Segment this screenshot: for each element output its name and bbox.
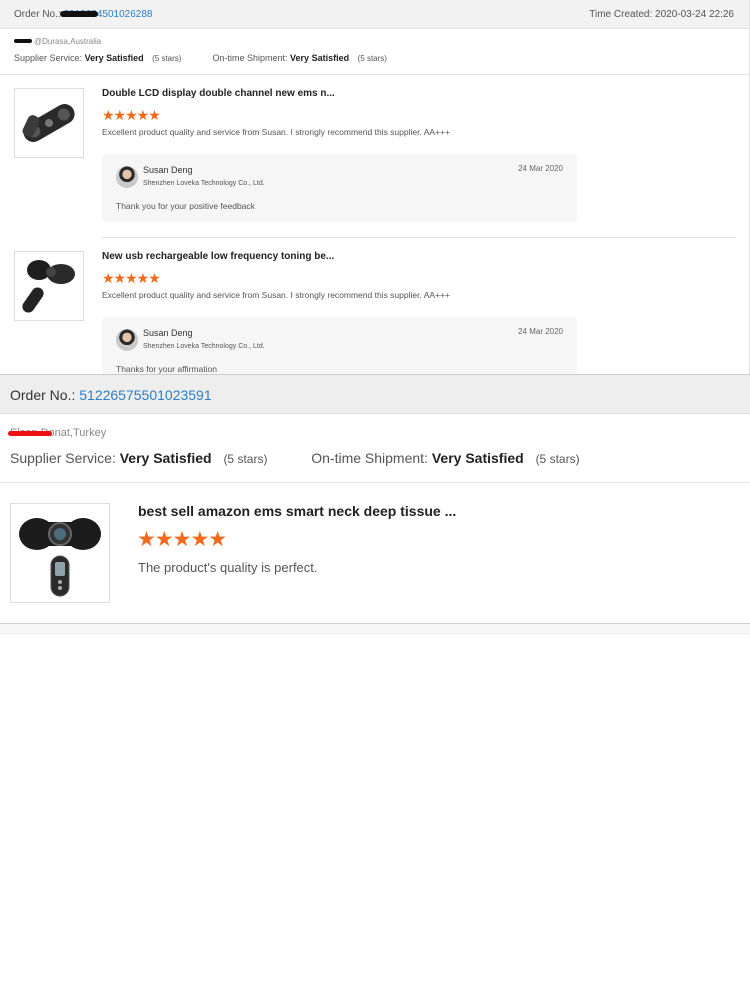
card-footer-strip [0,624,750,634]
reply-date: 24 Mar 2020 [518,327,563,336]
shipment-value: Very Satisfied [290,53,350,63]
reply-author: Susan Deng [143,328,193,338]
review-comment: Excellent product quality and service fr… [102,290,450,300]
supplier-service-stars: (5 stars) [223,452,268,466]
supplier-reply: Susan Deng Shenzhen Loveka Technology Co… [102,154,577,222]
avatar [116,329,138,351]
star-rating: ★★★★★ [137,528,227,551]
buyer-location: Elcan Donat,Turkey [8,427,106,439]
shipment-stars: (5 stars) [357,54,387,63]
shipment-stars: (5 stars) [535,452,580,466]
ems-device-icon [22,260,75,313]
supplier-reply: Susan Deng Shenzhen Loveka Technology Co… [102,317,577,374]
shipment-value: Very Satisfied [431,450,524,466]
star-rating: ★★★★★ [102,270,161,286]
order-number-row: Order No.: 2010684501026288 [14,9,152,20]
order-number-label: Order No.: [14,9,61,20]
product-title[interactable]: Double LCD display double channel new em… [102,88,335,99]
redaction-mark [14,39,32,43]
redaction-mark [8,431,52,436]
divider [102,237,736,238]
time-created-value: 2020-03-24 22:26 [655,9,734,20]
avatar [116,166,138,188]
review-comment: The product's quality is perfect. [138,560,318,575]
review-comment: Excellent product quality and service fr… [102,127,450,137]
order-number-row: Order No.: 51226575501023591 [10,387,212,403]
ems-device-icon [22,104,75,142]
supplier-service-value: Very Satisfied [119,450,212,466]
time-created-label: Time Created: [589,9,653,20]
supplier-service-label: Supplier Service: [10,450,116,466]
reply-text: Thank you for your positive feedback [116,201,255,211]
buyer-name: @Durasa,Australia [34,37,102,46]
order-ratings: Supplier Service: Very Satisfied (5 star… [14,53,387,63]
supplier-service-label: Supplier Service: [14,53,83,63]
buyer-location: @Durasa,Australia [14,37,101,46]
shipment-label: On-time Shipment: [212,53,288,63]
reply-company: Shenzhen Loveka Technology Co., Ltd. [143,343,265,350]
time-created: Time Created: 2020-03-24 22:26 [589,9,734,20]
product-title[interactable]: best sell amazon ems smart neck deep tis… [138,503,456,519]
supplier-service-stars: (5 stars) [152,54,182,63]
order-number-label: Order No.: [10,387,76,403]
redaction-mark [60,11,98,17]
divider [0,482,750,483]
neck-massager-icon [19,518,101,597]
product-title[interactable]: New usb rechargeable low frequency tonin… [102,251,334,262]
star-rating: ★★★★★ [102,107,161,123]
order-header: Order No.: 51226575501023591 [0,374,750,414]
supplier-service-value: Very Satisfied [84,53,144,63]
order-ratings: Supplier Service: Very Satisfied (5 star… [10,450,580,466]
divider [0,74,749,75]
product-thumbnail[interactable] [10,503,110,603]
order-header: Order No.: 2010684501026288 Time Created… [0,0,749,29]
shipment-label: On-time Shipment: [311,450,428,466]
order-card-2: Order No.: 51226575501023591 Elcan Donat… [0,374,750,624]
reply-date: 24 Mar 2020 [518,164,563,173]
product-thumbnail[interactable] [14,88,84,158]
order-card-1: Order No.: 2010684501026288 Time Created… [0,0,750,374]
product-thumbnail[interactable] [14,251,84,321]
reply-author: Susan Deng [143,165,193,175]
reply-company: Shenzhen Loveka Technology Co., Ltd. [143,180,265,187]
reply-text: Thanks for your affirmation [116,364,217,374]
order-number-link[interactable]: 51226575501023591 [79,387,211,403]
